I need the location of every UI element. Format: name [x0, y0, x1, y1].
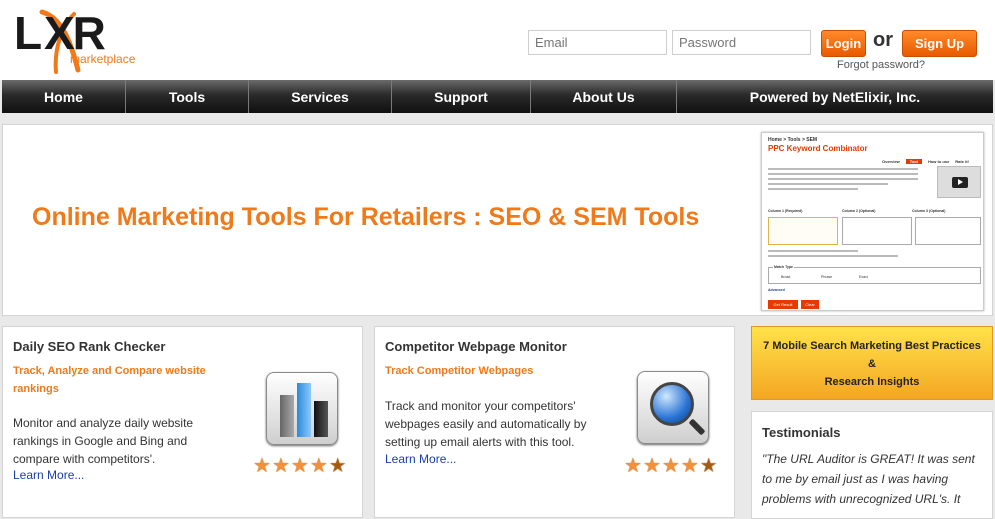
nav-item-powered-by[interactable]: Powered by NetElixir, Inc.: [677, 80, 993, 113]
preview-tab-rate-it: Rate it!: [955, 159, 969, 164]
preview-col1-box: [768, 217, 838, 245]
rating-stars: ★ ★ ★ ★ ★: [253, 456, 347, 476]
preview-col1-label: Column 1 (Required): [768, 209, 803, 213]
preview-get-result-button: Get Result: [768, 300, 798, 309]
or-text: or: [873, 29, 893, 51]
nav-item-services[interactable]: Services: [249, 80, 392, 113]
email-input[interactable]: [528, 30, 667, 55]
nav-item-support[interactable]: Support: [392, 80, 531, 113]
star-icon: ★: [642, 455, 661, 477]
card-description: Monitor and analyze daily website rankin…: [13, 416, 194, 466]
testimonials-title: Testimonials: [762, 425, 841, 440]
promo-line-1: 7 Mobile Search Marketing Best Practices: [763, 340, 981, 352]
half-star-icon: ★: [699, 455, 718, 477]
magnifier-globe-icon[interactable]: [637, 371, 709, 444]
logo-subtitle: marketplace: [70, 52, 136, 66]
login-button[interactable]: Login: [821, 30, 866, 57]
preview-col3-box: [915, 217, 981, 245]
card-description: Track and monitor your competitors' webp…: [385, 399, 587, 449]
tool-preview-screenshot[interactable]: Home > Tools > SEM PPC Keyword Combinato…: [761, 132, 984, 311]
half-star-icon: ★: [328, 455, 347, 477]
testimonials-panel: Testimonials "The URL Auditor is GREAT! …: [751, 411, 993, 519]
learn-more-link[interactable]: Learn More...: [13, 468, 84, 482]
preview-tab-overview: Overview: [882, 159, 900, 164]
card-title[interactable]: Competitor Webpage Monitor: [385, 339, 567, 354]
star-icon: ★: [680, 455, 699, 477]
lxr-logo[interactable]: L XR marketplace: [14, 8, 144, 74]
preview-tab-tool: Tool: [905, 159, 922, 164]
preview-tab-how-to-use: How to use: [927, 159, 950, 164]
preview-video-thumbnail: [937, 166, 981, 198]
card-subtitle: Track, Analyze and Compare website ranki…: [13, 365, 206, 395]
preview-col3-label: Column 3 (Optional): [912, 209, 946, 213]
star-icon: ★: [661, 455, 680, 477]
preview-title: PPC Keyword Combinator: [768, 144, 868, 153]
star-icon: ★: [271, 455, 290, 477]
bar-chart-icon[interactable]: [266, 372, 338, 445]
promo-banner[interactable]: 7 Mobile Search Marketing Best Practices…: [751, 326, 993, 400]
preview-opt-exact: Exact: [859, 275, 868, 279]
star-icon: ★: [309, 455, 328, 477]
card-subtitle: Track Competitor Webpages: [385, 365, 534, 377]
star-icon: ★: [290, 455, 309, 477]
preview-note-lines: [768, 250, 898, 257]
card-title[interactable]: Daily SEO Rank Checker: [13, 339, 165, 354]
tool-card-competitor-monitor: Competitor Webpage Monitor Track Competi…: [374, 326, 735, 518]
hero-banner: Online Marketing Tools For Retailers : S…: [2, 124, 993, 316]
star-icon: ★: [253, 455, 271, 477]
logo-letters-xr: XR: [44, 7, 106, 59]
preview-match-type-label: Match Type: [773, 265, 794, 269]
preview-clear-button: Clear: [801, 300, 819, 309]
star-icon: ★: [624, 455, 642, 477]
signup-button[interactable]: Sign Up: [902, 30, 977, 57]
nav-item-home[interactable]: Home: [2, 80, 126, 113]
preview-breadcrumb: Home > Tools > SEM: [768, 137, 818, 143]
promo-line-2: Research Insights: [824, 376, 920, 388]
preview-col2-box: [842, 217, 912, 245]
nav-item-tools[interactable]: Tools: [126, 80, 249, 113]
main-nav: Home Tools Services Support About Us Pow…: [2, 80, 993, 113]
site-header: L XR marketplace Login or Sign Up Forgot…: [0, 0, 995, 80]
preview-col2-label: Column 2 (Optional): [842, 209, 876, 213]
preview-advanced-link: Advanced: [768, 288, 785, 292]
hero-title: Online Marketing Tools For Retailers : S…: [32, 203, 700, 231]
learn-more-link[interactable]: Learn More...: [385, 452, 456, 466]
preview-opt-phrase: Phrase: [821, 275, 833, 279]
nav-item-about-us[interactable]: About Us: [531, 80, 677, 113]
preview-tabs: Overview Tool How to use Rate it!: [882, 159, 969, 164]
forgot-password-link[interactable]: Forgot password?: [837, 59, 925, 71]
testimonial-quote: "The URL Auditor is GREAT! It was sent t…: [762, 452, 975, 506]
rating-stars: ★ ★ ★ ★ ★: [624, 456, 718, 476]
password-input[interactable]: [672, 30, 811, 55]
preview-opt-broad: Broad: [781, 275, 791, 279]
promo-ampersand: &: [868, 358, 876, 370]
preview-match-type-box: Match Type Broad Phrase Exact: [768, 265, 981, 284]
preview-description-lines: [768, 168, 918, 190]
tool-card-seo-rank-checker: Daily SEO Rank Checker Track, Analyze an…: [2, 326, 363, 518]
